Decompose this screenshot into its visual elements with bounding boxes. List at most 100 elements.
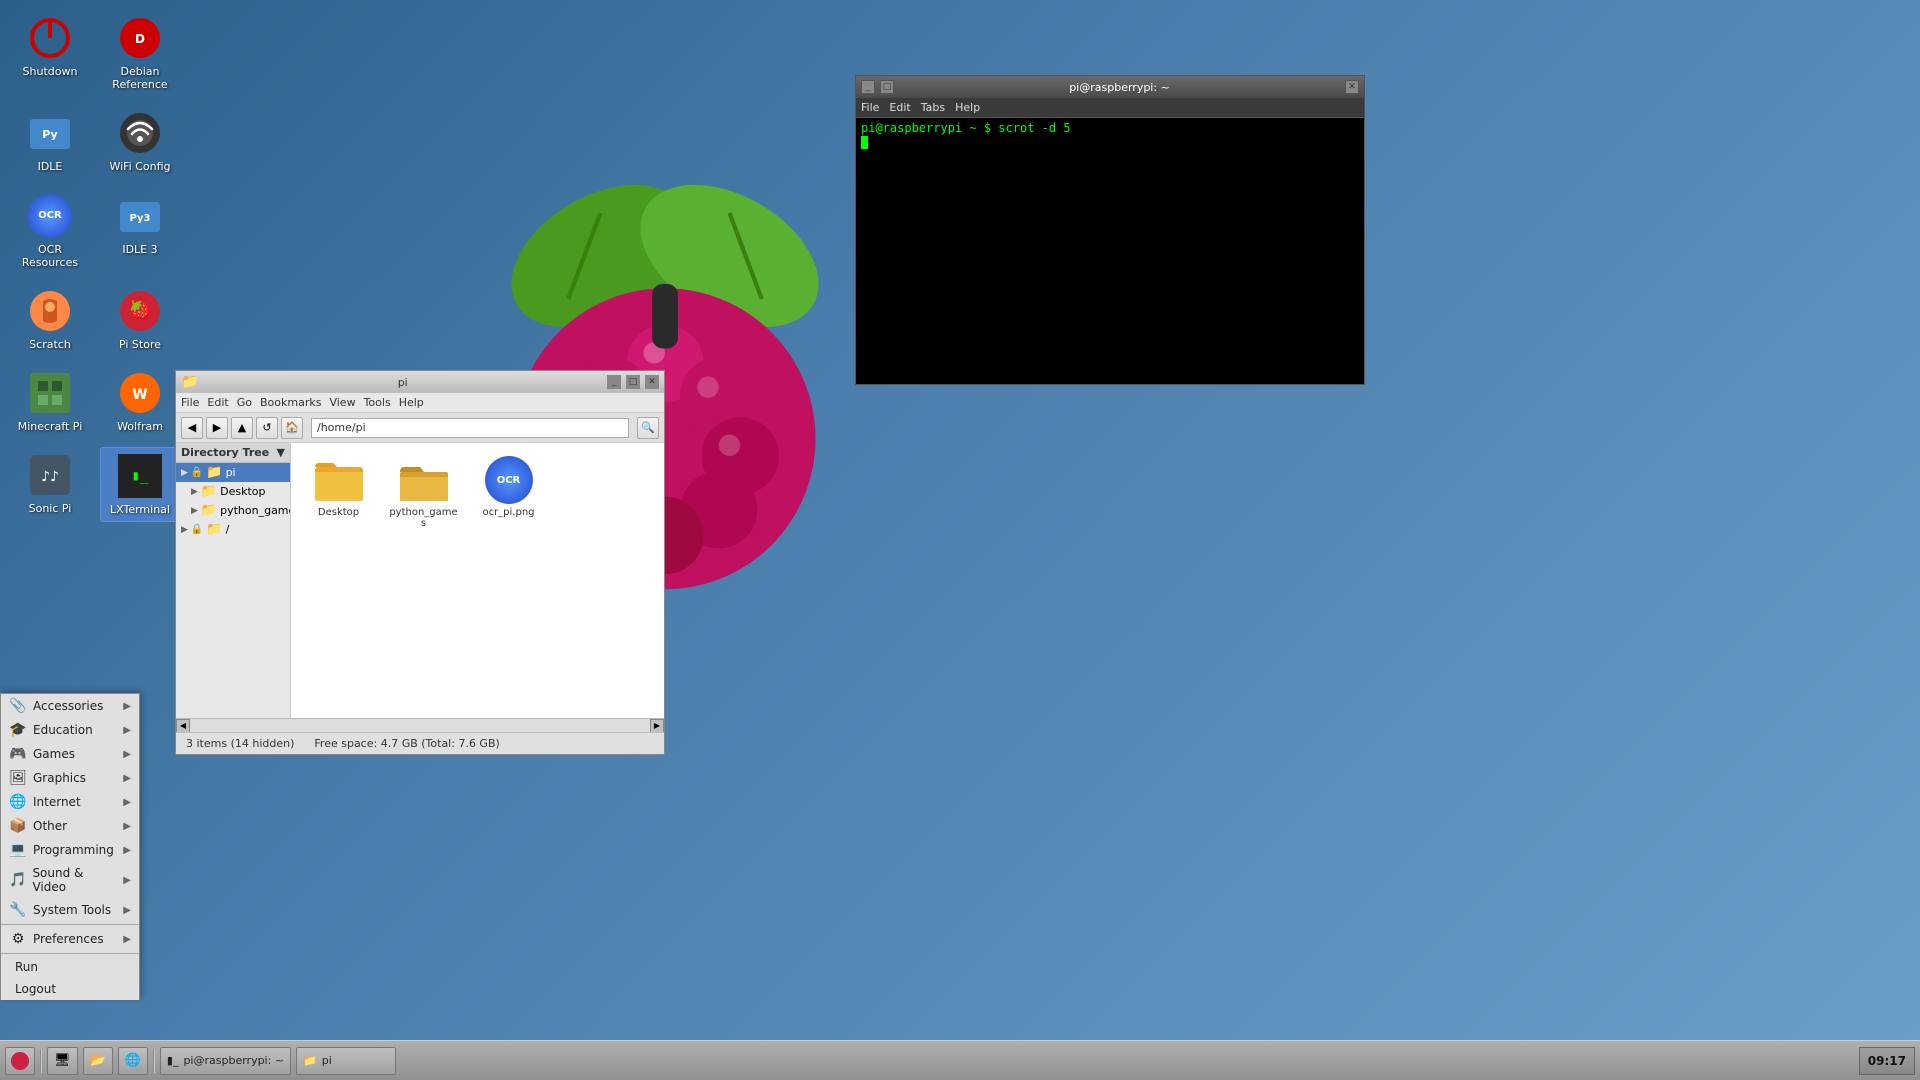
fm-tree-item-pi[interactable]: ▶ 🔒 📁 pi bbox=[176, 463, 290, 482]
desktop-icon-ocr[interactable]: OCR OCRResources bbox=[10, 188, 90, 273]
desktop-icon-idle[interactable]: Py IDLE bbox=[10, 105, 90, 177]
menu-item-run[interactable]: Run bbox=[1, 956, 139, 978]
games-icon: 🎮 bbox=[9, 746, 27, 762]
fm-status-space: Free space: 4.7 GB (Total: 7.6 GB) bbox=[314, 737, 499, 750]
taskbar-clock[interactable]: 09:17 bbox=[1859, 1047, 1915, 1075]
fm-tree-item-root[interactable]: ▶ 🔒 📁 / bbox=[176, 520, 290, 539]
desktop-icon-sonicpi[interactable]: ♪♪ Sonic Pi bbox=[10, 447, 90, 521]
terminal-menu-help[interactable]: Help bbox=[955, 101, 980, 114]
fm-hscroll[interactable]: ◀ ▶ bbox=[176, 718, 664, 732]
svg-text:Py: Py bbox=[42, 128, 57, 141]
menu-item-programming[interactable]: 💻 Programming ▶ bbox=[1, 838, 139, 862]
menu-item-games[interactable]: 🎮 Games ▶ bbox=[1, 742, 139, 766]
terminal-menu-tabs[interactable]: Tabs bbox=[921, 101, 945, 114]
fm-content: Desktop python_games bbox=[291, 443, 664, 718]
menu-item-accessories[interactable]: 📎 Accessories ▶ bbox=[1, 694, 139, 718]
fm-menu-help[interactable]: Help bbox=[399, 396, 424, 409]
fm-up-btn[interactable]: ▲ bbox=[231, 417, 253, 439]
fm-file-ocr-pi[interactable]: OCR ocr_pi.png bbox=[471, 453, 546, 532]
taskbar-terminal-btn[interactable]: ▮_ pi@raspberrypi: ~ bbox=[160, 1047, 291, 1075]
accessories-icon: 📎 bbox=[9, 698, 27, 714]
desktop-icon-wolfram[interactable]: W Wolfram bbox=[100, 365, 180, 437]
desktop-icon-idle3[interactable]: Py3 IDLE 3 bbox=[100, 188, 180, 273]
terminal-title: pi@raspberrypi: ~ bbox=[899, 81, 1340, 94]
fm-minimize-btn[interactable]: _ bbox=[607, 375, 621, 389]
desktop-icons: Shutdown D DebianReference Py bbox=[10, 10, 180, 522]
taskbar-sep-1 bbox=[40, 1049, 42, 1073]
fm-file-python-games[interactable]: python_games bbox=[386, 453, 461, 532]
desktop-icon-debian[interactable]: D DebianReference bbox=[100, 10, 180, 95]
menu-item-sound-video[interactable]: 🎵 Sound & Video ▶ bbox=[1, 862, 139, 898]
menu-sep-1 bbox=[1, 924, 139, 925]
svg-text:D: D bbox=[135, 32, 145, 46]
fm-scroll-right[interactable]: ▶ bbox=[650, 719, 664, 733]
fm-statusbar: 3 items (14 hidden) Free space: 4.7 GB (… bbox=[176, 732, 664, 754]
fm-menu-edit[interactable]: Edit bbox=[207, 396, 228, 409]
desktop-icon-shutdown[interactable]: Shutdown bbox=[10, 10, 90, 95]
fm-sidebar-toggle[interactable]: ▼ bbox=[277, 446, 285, 459]
menu-item-logout[interactable]: Logout bbox=[1, 978, 139, 1000]
taskbar-start-btn[interactable] bbox=[5, 1047, 35, 1075]
start-menu: 📎 Accessories ▶ 🎓 Education ▶ 🎮 Games ▶ … bbox=[0, 693, 140, 1000]
fm-close-btn[interactable]: ✕ bbox=[645, 375, 659, 389]
fm-back-btn[interactable]: ◀ bbox=[181, 417, 203, 439]
desktop-icon-scratch[interactable]: Scratch bbox=[10, 283, 90, 355]
fm-menu-file[interactable]: File bbox=[181, 396, 199, 409]
fm-refresh-btn[interactable]: ↺ bbox=[256, 417, 278, 439]
menu-item-education[interactable]: 🎓 Education ▶ bbox=[1, 718, 139, 742]
graphics-icon: 🖼 bbox=[9, 770, 27, 786]
taskbar-show-desktop-btn[interactable]: 🖥 bbox=[47, 1047, 78, 1075]
fm-maximize-btn[interactable]: □ bbox=[626, 375, 640, 389]
internet-arrow: ▶ bbox=[123, 797, 131, 808]
menu-item-other[interactable]: 📦 Other ▶ bbox=[1, 814, 139, 838]
fm-body: Directory Tree ▼ ▶ 🔒 📁 pi ▶ 📁 Desktop ▶ bbox=[176, 443, 664, 718]
menu-item-system-tools[interactable]: 🔧 System Tools ▶ bbox=[1, 898, 139, 922]
svg-text:W: W bbox=[132, 387, 147, 403]
menu-item-graphics[interactable]: 🖼 Graphics ▶ bbox=[1, 766, 139, 790]
fm-menu-bookmarks[interactable]: Bookmarks bbox=[260, 396, 321, 409]
terminal-window: _ □ pi@raspberrypi: ~ ✕ File Edit Tabs H… bbox=[855, 75, 1365, 385]
fm-file-desktop[interactable]: Desktop bbox=[301, 453, 376, 532]
taskbar-browser-btn[interactable]: 🌐 bbox=[118, 1047, 148, 1075]
terminal-titlebar: _ □ pi@raspberrypi: ~ ✕ bbox=[856, 76, 1364, 98]
games-arrow: ▶ bbox=[123, 749, 131, 760]
fm-menu-tools[interactable]: Tools bbox=[364, 396, 391, 409]
fm-forward-btn[interactable]: ▶ bbox=[206, 417, 228, 439]
education-arrow: ▶ bbox=[123, 725, 131, 736]
taskbar-files-btn[interactable]: 📂 bbox=[83, 1047, 113, 1075]
fm-menu-go[interactable]: Go bbox=[237, 396, 252, 409]
fm-search-btn[interactable]: 🔍 bbox=[637, 417, 659, 439]
terminal-prompt-line: pi@raspberrypi ~ $ scrot -d 5 bbox=[861, 121, 1359, 135]
terminal-minimize-btn[interactable]: _ bbox=[861, 80, 875, 94]
desktop-icon-minecraft[interactable]: Minecraft Pi bbox=[10, 365, 90, 437]
fm-addressbar[interactable]: /home/pi bbox=[311, 418, 629, 438]
fm-scroll-track[interactable] bbox=[190, 719, 650, 732]
terminal-menu-edit[interactable]: Edit bbox=[889, 101, 910, 114]
terminal-close-btn[interactable]: ✕ bbox=[1345, 80, 1359, 94]
desktop-icon-wifi[interactable]: WiFi Config bbox=[100, 105, 180, 177]
menu-item-internet[interactable]: 🌐 Internet ▶ bbox=[1, 790, 139, 814]
fm-tree-item-python-games[interactable]: ▶ 📁 python_games bbox=[176, 501, 290, 520]
fm-menu-view[interactable]: View bbox=[329, 396, 355, 409]
terminal-content[interactable]: pi@raspberrypi ~ $ scrot -d 5 bbox=[856, 118, 1364, 384]
fm-scroll-left[interactable]: ◀ bbox=[176, 719, 190, 733]
terminal-menu-file[interactable]: File bbox=[861, 101, 879, 114]
preferences-arrow: ▶ bbox=[123, 934, 131, 945]
desktop-icon-pistore[interactable]: 🍓 Pi Store bbox=[100, 283, 180, 355]
fm-tree-item-desktop[interactable]: ▶ 📁 Desktop bbox=[176, 482, 290, 501]
terminal-cursor-line bbox=[861, 135, 1359, 149]
system-tools-icon: 🔧 bbox=[9, 902, 27, 918]
taskbar-sep-2 bbox=[153, 1049, 155, 1073]
taskbar-filemanager-btn[interactable]: 📁 pi bbox=[296, 1047, 396, 1075]
terminal-maximize-btn[interactable]: □ bbox=[880, 80, 894, 94]
svg-text:Py3: Py3 bbox=[130, 213, 151, 224]
menu-item-preferences[interactable]: ⚙ Preferences ▶ bbox=[1, 927, 139, 951]
fm-title: pi bbox=[203, 376, 602, 389]
internet-icon: 🌐 bbox=[9, 794, 27, 810]
fm-home-btn[interactable]: 🏠 bbox=[281, 417, 303, 439]
desktop-icon-lxterminal[interactable]: ▮_ LXTerminal bbox=[100, 447, 180, 521]
fm-sidebar: Directory Tree ▼ ▶ 🔒 📁 pi ▶ 📁 Desktop ▶ bbox=[176, 443, 291, 718]
filemanager-window: 📁 pi _ □ ✕ File Edit Go Bookmarks View T… bbox=[175, 370, 665, 755]
education-icon: 🎓 bbox=[9, 722, 27, 738]
accessories-arrow: ▶ bbox=[123, 701, 131, 712]
